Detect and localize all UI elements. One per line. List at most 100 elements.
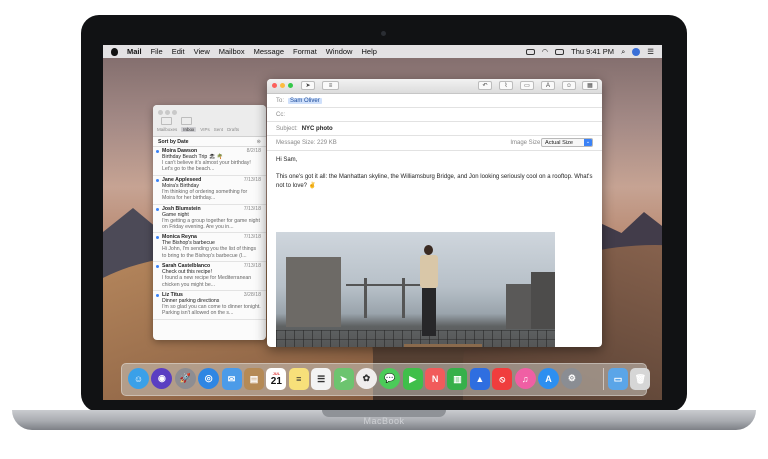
to-label: To: [276,97,285,104]
photos-icon[interactable]: ✿ [355,368,377,389]
menu-window[interactable]: Window [326,47,353,56]
finder-icon[interactable]: ☺ [128,368,149,389]
reminders-icon[interactable]: ☰ [311,368,332,390]
airplay-icon[interactable] [525,48,535,55]
spotlight-icon[interactable]: ⌕ [621,47,625,57]
send-icon[interactable]: ➤ [301,81,315,90]
image-size-value: Actual Size [545,139,573,146]
message-list: Moira Dawson 8/2/18 Birthday Beach Trip 🏖 … [153,147,266,320]
message-preview: I'm thinking of ordering something for M… [162,188,248,202]
message-preview: I found a new recipe for Mediterranean c… [162,275,252,288]
app-store-icon[interactable]: A [538,368,560,389]
unread-dot [156,265,159,269]
attach-icon[interactable]: ⌇ [499,81,513,90]
tab-sent[interactable]: Sent [214,127,223,132]
mailbox-titlebar: Mailboxes Inbox VIPs Sent Drafts [153,105,266,137]
header-fields-button[interactable]: ≡ [322,81,339,90]
chevron-down-icon: ⌄ [584,139,592,146]
dock: ☺ ◉ 🚀 ◎ ✉ ▤ JUL 21 ≡ ☰ ➤ ✿ 💬 ▶ N ▥ ▲ ⦸ ♫ A ⚙ ▭ 🗑 [121,363,651,396]
numbers-icon[interactable]: ▥ [447,368,468,390]
browser-icon[interactable]: ▭ [520,81,534,90]
get-mail-icon[interactable] [161,117,172,125]
close-button[interactable] [158,110,163,115]
itunes-icon[interactable]: ♫ [514,368,536,389]
greeting: Hi Sam, [276,157,298,163]
message-date: 7/13/18 [243,263,261,270]
attached-photo[interactable] [276,232,555,347]
news-red-icon[interactable]: ⦸ [492,368,513,390]
menu-help[interactable]: Help [361,47,376,56]
trash-icon[interactable]: 🗑 [630,368,651,390]
system-preferences-icon[interactable]: ⚙ [561,368,583,389]
sort-bar[interactable]: Sort by Date ⊜ [153,137,266,147]
siri-icon[interactable]: ◉ [151,368,173,389]
launchpad-icon[interactable]: 🚀 [174,368,196,389]
close-button[interactable] [272,83,277,88]
message-row[interactable]: Moira Dawson 8/2/18 Birthday Beach Trip 🏖 … [153,147,266,176]
emoji-icon[interactable]: ☺ [562,81,576,90]
unread-dot [156,207,159,211]
message-row[interactable]: Jane Appleseed 7/13/18 Moira's Birthday I'm… [153,176,266,205]
menu-app-name[interactable]: Mail [127,47,142,56]
photo-browser-icon[interactable]: ▦ [582,81,598,90]
menu-file[interactable]: File [151,47,163,56]
tab-mailboxes[interactable]: Mailboxes [157,127,177,132]
maps-icon[interactable]: ➤ [333,368,354,390]
mailbox-window: Mailboxes Inbox VIPs Sent Drafts Sort by… [153,105,266,340]
image-size-select[interactable]: Actual Size ⌄ [541,138,593,147]
safari-icon[interactable]: ◎ [198,368,220,389]
photo-person [418,245,440,340]
tab-drafts[interactable]: Drafts [227,127,239,132]
battery-icon[interactable] [555,48,565,55]
photo-picnic-table [404,344,482,347]
cc-field[interactable]: Cc: [267,108,602,122]
unread-dot [156,178,159,182]
zoom-button[interactable] [288,83,293,88]
font-button[interactable]: A [541,81,555,90]
news-icon[interactable]: N [425,368,446,390]
message-row[interactable]: Josh Blumstein 7/13/18 Game night I'm getti… [153,205,266,234]
dock-app-list: ☺ ◉ 🚀 ◎ ✉ ▤ JUL 21 ≡ ☰ ➤ ✿ 💬 ▶ N ▥ ▲ ⦸ ♫ A ⚙ [128,368,583,390]
user-avatar-icon[interactable] [632,47,641,56]
message-row[interactable]: Monica Reyna 7/13/18 The Bishop's barbecue… [153,233,266,263]
notes-icon[interactable]: ≡ [288,368,309,390]
message-preview: I'm getting a group together for game ni… [162,217,260,231]
menu-edit[interactable]: Edit [172,47,185,56]
calendar-icon[interactable]: JUL 21 [266,368,287,390]
filter-icon[interactable]: ⊜ [257,139,261,145]
recipient-token[interactable]: Sam Oliver [288,97,322,104]
message-row[interactable]: Liz Titus 3/28/18 Dinner parking direction… [153,291,266,320]
keynote-icon[interactable]: ▲ [469,368,490,390]
menu-message[interactable]: Message [254,47,284,56]
subject-value[interactable]: NYC photo [302,126,333,132]
zoom-button[interactable] [172,110,177,115]
facetime-icon[interactable]: ▶ [402,368,423,390]
unread-dot [156,294,159,298]
notification-icon[interactable]: ☰ [647,47,654,56]
menu-view[interactable]: View [194,47,210,56]
sort-label[interactable]: Sort by Date [158,139,189,145]
menu-format[interactable]: Format [293,47,317,56]
menu-mailbox[interactable]: Mailbox [219,47,245,56]
subject-field[interactable]: Subject: NYC photo [267,122,602,136]
contacts-icon[interactable]: ▤ [243,368,264,390]
tab-vips[interactable]: VIPs [200,127,210,132]
downloads-folder-icon[interactable]: ▭ [608,368,628,390]
message-meta-bar: Message Size: 229 KB Image Size: Actual … [267,136,602,151]
tab-inbox[interactable]: Inbox [181,127,197,132]
reply-icon[interactable]: ↶ [478,81,492,90]
menu-clock[interactable]: Thu 9:41 PM [571,47,614,56]
brand-label: MacBook [363,416,405,426]
mailbox-tabs: Mailboxes Inbox VIPs Sent Drafts [157,127,239,132]
minimize-button[interactable] [165,110,170,115]
messages-icon[interactable]: 💬 [379,368,401,389]
message-body[interactable]: Hi Sam, This one's got it all: the Manha… [267,151,602,191]
to-field[interactable]: To: Sam Oliver [267,94,602,108]
compose-icon[interactable] [181,117,192,125]
message-date: 7/13/18 [243,234,261,241]
minimize-button[interactable] [280,83,285,88]
mail-icon[interactable]: ✉ [221,368,242,390]
wifi-icon[interactable]: ◠ [542,47,549,56]
apple-icon[interactable] [111,47,118,56]
message-row[interactable]: Sarah Castelblanco 7/13/18 Check out this … [153,262,266,292]
